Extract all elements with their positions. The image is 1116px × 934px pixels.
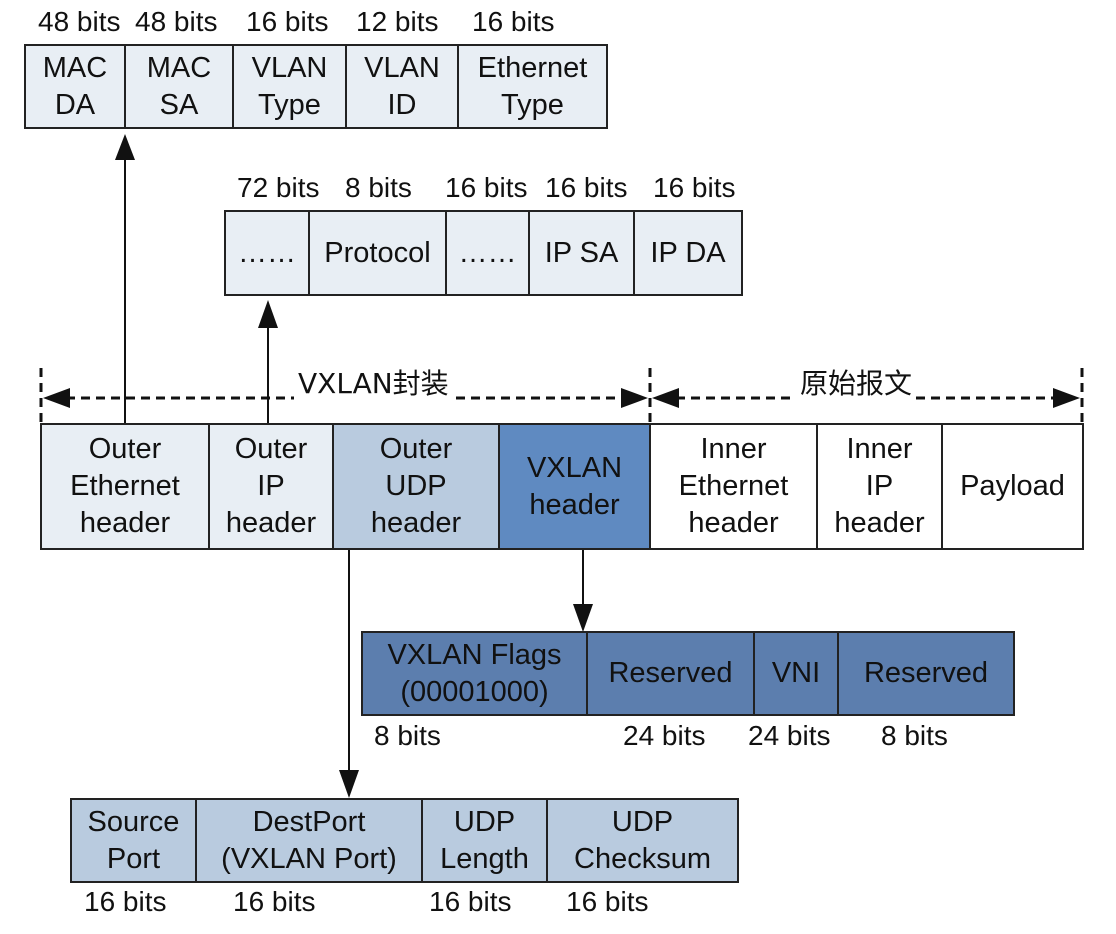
vxlan-header-fields: VXLAN Flags (00001000) Reserved VNI Rese… bbox=[361, 631, 1015, 716]
field-reserved-8: Reserved bbox=[837, 631, 1015, 716]
packet-outer-ethernet-header: Outer Ethernet header bbox=[40, 423, 210, 550]
field-ip-sa: IP SA bbox=[528, 210, 635, 296]
bits-label: 16 bits bbox=[445, 172, 528, 203]
bits-label: 16 bits bbox=[246, 6, 329, 37]
field-vlan-type: VLAN Type bbox=[232, 44, 347, 129]
arrow-outer-udp-to-udp-fields bbox=[339, 548, 359, 798]
bits-label: 16 bits bbox=[84, 886, 167, 917]
bits-label: 16 bits bbox=[545, 172, 628, 203]
bits-label: 16 bits bbox=[653, 172, 736, 203]
bits-label: 48 bits bbox=[135, 6, 218, 37]
field-vxlan-flags: VXLAN Flags (00001000) bbox=[361, 631, 588, 716]
field-mac-sa: MAC SA bbox=[124, 44, 234, 129]
field-udp-checksum: UDP Checksum bbox=[546, 798, 739, 883]
span-label-original-packet: 原始报文 bbox=[796, 362, 917, 402]
vxlan-packet: Outer Ethernet header Outer IP header Ou… bbox=[40, 423, 1084, 550]
field-mac-da: MAC DA bbox=[24, 44, 126, 129]
field-source-port: Source Port bbox=[70, 798, 197, 883]
bits-label: 8 bits bbox=[345, 172, 412, 203]
packet-inner-ip-header: Inner IP header bbox=[816, 423, 943, 550]
packet-outer-ip-header: Outer IP header bbox=[208, 423, 334, 550]
arrow-vxlan-header-to-vxlan-fields bbox=[573, 548, 593, 632]
bits-label: 16 bits bbox=[566, 886, 649, 917]
field-udp-length: UDP Length bbox=[421, 798, 548, 883]
packet-inner-ethernet-header: Inner Ethernet header bbox=[649, 423, 818, 550]
field-ip-ellipsis-1: …… bbox=[224, 210, 310, 296]
bits-label: 16 bits bbox=[429, 886, 512, 917]
field-ip-da: IP DA bbox=[633, 210, 743, 296]
bits-label: 16 bits bbox=[233, 886, 316, 917]
arrow-outer-ethernet-to-ethernet-fields bbox=[115, 134, 135, 424]
field-protocol: Protocol bbox=[308, 210, 447, 296]
field-dest-port: DestPort (VXLAN Port) bbox=[195, 798, 423, 883]
bits-label: 8 bits bbox=[374, 720, 441, 751]
ethernet-header-fields: MAC DA MAC SA VLAN Type VLAN ID Ethernet… bbox=[24, 44, 608, 129]
field-reserved-24: Reserved bbox=[586, 631, 755, 716]
field-vni: VNI bbox=[753, 631, 839, 716]
ip-header-fields: …… Protocol …… IP SA IP DA bbox=[224, 210, 743, 296]
span-label-vxlan-encapsulation: VXLAN封装 bbox=[294, 362, 453, 402]
packet-vxlan-header: VXLAN header bbox=[498, 423, 651, 550]
packet-payload: Payload bbox=[941, 423, 1084, 550]
bits-label: 12 bits bbox=[356, 6, 439, 37]
bits-label: 8 bits bbox=[881, 720, 948, 751]
bits-label: 48 bits bbox=[38, 6, 121, 37]
arrow-outer-ip-to-ip-fields bbox=[258, 300, 278, 424]
packet-outer-udp-header: Outer UDP header bbox=[332, 423, 500, 550]
bits-label: 16 bits bbox=[472, 6, 555, 37]
field-ethernet-type: Ethernet Type bbox=[457, 44, 608, 129]
field-vlan-id: VLAN ID bbox=[345, 44, 459, 129]
udp-header-fields: Source Port DestPort (VXLAN Port) UDP Le… bbox=[70, 798, 739, 883]
field-ip-ellipsis-2: …… bbox=[445, 210, 530, 296]
bits-label: 72 bits bbox=[237, 172, 320, 203]
bits-label: 24 bits bbox=[623, 720, 706, 751]
bits-label: 24 bits bbox=[748, 720, 831, 751]
